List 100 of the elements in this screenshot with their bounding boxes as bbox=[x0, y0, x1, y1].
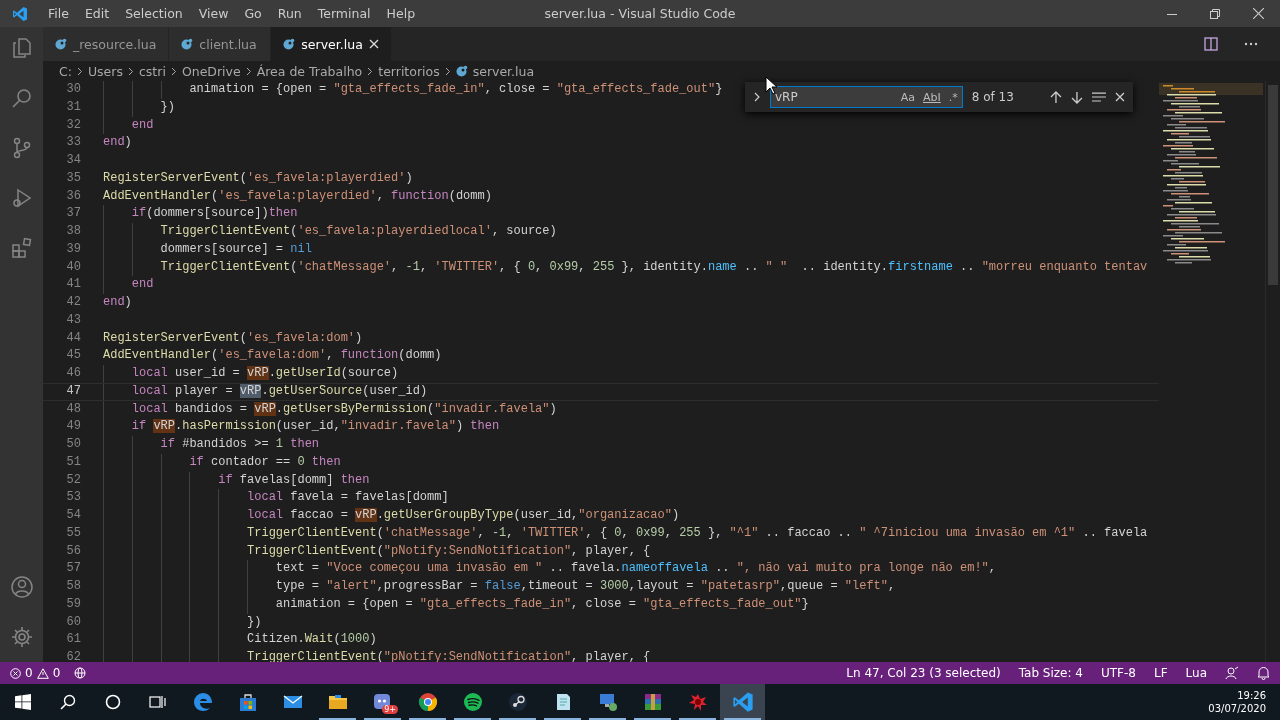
lua-file-icon bbox=[455, 65, 468, 77]
lua-file-icon bbox=[181, 38, 194, 50]
find-in-selection-icon[interactable] bbox=[1092, 91, 1107, 103]
close-icon[interactable] bbox=[1115, 92, 1125, 102]
menu-item[interactable]: Selection bbox=[117, 6, 191, 21]
line-number: 40 bbox=[65, 258, 81, 276]
line-number: 30 bbox=[65, 81, 81, 98]
line-number: 50 bbox=[65, 436, 81, 453]
running-indicator bbox=[454, 718, 491, 720]
breadcrumb-item[interactable]: Área de Trabalho bbox=[256, 63, 363, 79]
menu-item[interactable]: Edit bbox=[76, 6, 118, 21]
lua-file-icon bbox=[283, 38, 296, 50]
chevron-right-icon bbox=[367, 66, 374, 76]
editor-tab[interactable]: server.lua bbox=[271, 27, 392, 61]
errors-indicator[interactable]: 0 0 bbox=[10, 666, 61, 680]
editor-tab[interactable]: _resource.lua bbox=[43, 27, 170, 61]
line-number: 49 bbox=[65, 418, 81, 436]
settings-icon[interactable] bbox=[9, 625, 34, 649]
chevron-right-icon bbox=[127, 66, 134, 76]
edge-browser-icon[interactable] bbox=[191, 691, 214, 713]
running-indicator bbox=[364, 718, 401, 720]
arrow-down-icon[interactable] bbox=[1071, 90, 1084, 104]
menu-item[interactable]: Terminal bbox=[309, 6, 379, 21]
chevron-right-icon bbox=[444, 66, 451, 76]
feedback-icon[interactable] bbox=[1225, 666, 1239, 680]
line-number: 62 bbox=[65, 649, 81, 662]
scrollbar-thumb[interactable] bbox=[1268, 85, 1278, 285]
status-item[interactable]: Ln 47, Col 23 (3 selected) bbox=[846, 666, 1001, 680]
find-input[interactable]: vRP Aa AbI .* bbox=[769, 86, 963, 108]
running-indicator bbox=[679, 718, 716, 720]
line-number: 54 bbox=[65, 507, 81, 524]
task-view-icon[interactable] bbox=[148, 694, 167, 710]
line-number: 43 bbox=[65, 311, 81, 329]
line-number: 59 bbox=[65, 595, 81, 613]
close-icon[interactable] bbox=[1253, 8, 1264, 19]
line-number: 48 bbox=[65, 400, 81, 418]
running-indicator bbox=[409, 718, 446, 720]
restore-icon[interactable] bbox=[1210, 8, 1220, 19]
pointer-icon bbox=[765, 76, 777, 95]
menu-item[interactable]: Help bbox=[378, 6, 424, 21]
search-icon[interactable] bbox=[59, 694, 76, 710]
line-number: 53 bbox=[65, 489, 81, 507]
editor-tab[interactable]: client.lua bbox=[169, 27, 272, 61]
line-number: 61 bbox=[65, 631, 81, 649]
line-number: 41 bbox=[65, 276, 81, 294]
running-indicator bbox=[319, 718, 356, 720]
vscode-logo-icon bbox=[12, 5, 28, 22]
line-number: 33 bbox=[65, 134, 81, 152]
menu-item[interactable]: Run bbox=[269, 6, 310, 21]
more-actions-icon[interactable] bbox=[1244, 42, 1258, 46]
windows-start-icon[interactable] bbox=[14, 694, 31, 710]
error-icon bbox=[10, 667, 21, 679]
line-number: 45 bbox=[65, 347, 81, 365]
menu-item[interactable]: File bbox=[40, 6, 77, 21]
running-indicator bbox=[634, 718, 671, 720]
line-number: 36 bbox=[65, 187, 81, 205]
line-number: 37 bbox=[65, 205, 81, 223]
breadcrumb-item[interactable]: server.lua bbox=[472, 63, 535, 79]
line-number: 55 bbox=[65, 524, 81, 542]
breadcrumb-item[interactable]: C: bbox=[59, 63, 72, 79]
circle-icon[interactable] bbox=[104, 694, 121, 710]
status-item[interactable]: Tab Size: 4 bbox=[1018, 666, 1083, 680]
vscode-icon[interactable] bbox=[731, 691, 754, 713]
status-item[interactable]: Lua bbox=[1185, 666, 1207, 680]
running-indicator bbox=[544, 718, 581, 720]
status-item[interactable]: LF bbox=[1153, 666, 1168, 680]
warning-icon bbox=[36, 667, 49, 679]
running-indicator bbox=[589, 718, 626, 720]
breadcrumb-item[interactable]: territorios bbox=[378, 63, 440, 79]
line-number: 42 bbox=[65, 294, 81, 311]
globe-icon[interactable] bbox=[74, 667, 87, 679]
close-icon[interactable] bbox=[368, 39, 379, 49]
music-app-icon[interactable] bbox=[461, 691, 484, 713]
breadcrumb-item[interactable]: Users bbox=[87, 63, 123, 79]
line-number: 46 bbox=[65, 365, 81, 382]
chevron-right-icon bbox=[170, 66, 177, 76]
line-number: 35 bbox=[65, 169, 81, 187]
line-number: 38 bbox=[65, 223, 81, 240]
split-editor-icon[interactable] bbox=[1204, 37, 1218, 51]
arrow-up-icon[interactable] bbox=[1050, 90, 1063, 104]
status-item[interactable]: UTF-8 bbox=[1101, 666, 1136, 680]
breadcrumb-item[interactable]: cstri bbox=[138, 63, 166, 79]
chevron-right-icon bbox=[76, 66, 83, 76]
breadcrumb-item[interactable]: OneDrive bbox=[181, 63, 241, 79]
line-number: 39 bbox=[65, 240, 81, 258]
extensions-icon[interactable] bbox=[9, 236, 34, 260]
chevron-right-icon[interactable] bbox=[753, 92, 761, 102]
clock[interactable]: 19:26 03/07/2020 bbox=[1208, 689, 1280, 715]
line-number: 58 bbox=[65, 578, 81, 595]
account-icon[interactable] bbox=[9, 575, 34, 599]
menu-item[interactable]: Go bbox=[236, 6, 270, 21]
running-indicator bbox=[724, 718, 761, 720]
notification-badge: 9+ bbox=[382, 705, 398, 714]
match-count: 8 of 13 bbox=[971, 90, 1015, 104]
running-indicator bbox=[499, 718, 536, 720]
window-title: server.lua - Visual Studio Code bbox=[544, 6, 736, 21]
menu-item[interactable]: View bbox=[190, 6, 237, 21]
chrome-browser-icon[interactable] bbox=[416, 691, 439, 713]
steam-app-icon[interactable] bbox=[506, 691, 529, 713]
bell-icon[interactable] bbox=[1257, 666, 1270, 680]
